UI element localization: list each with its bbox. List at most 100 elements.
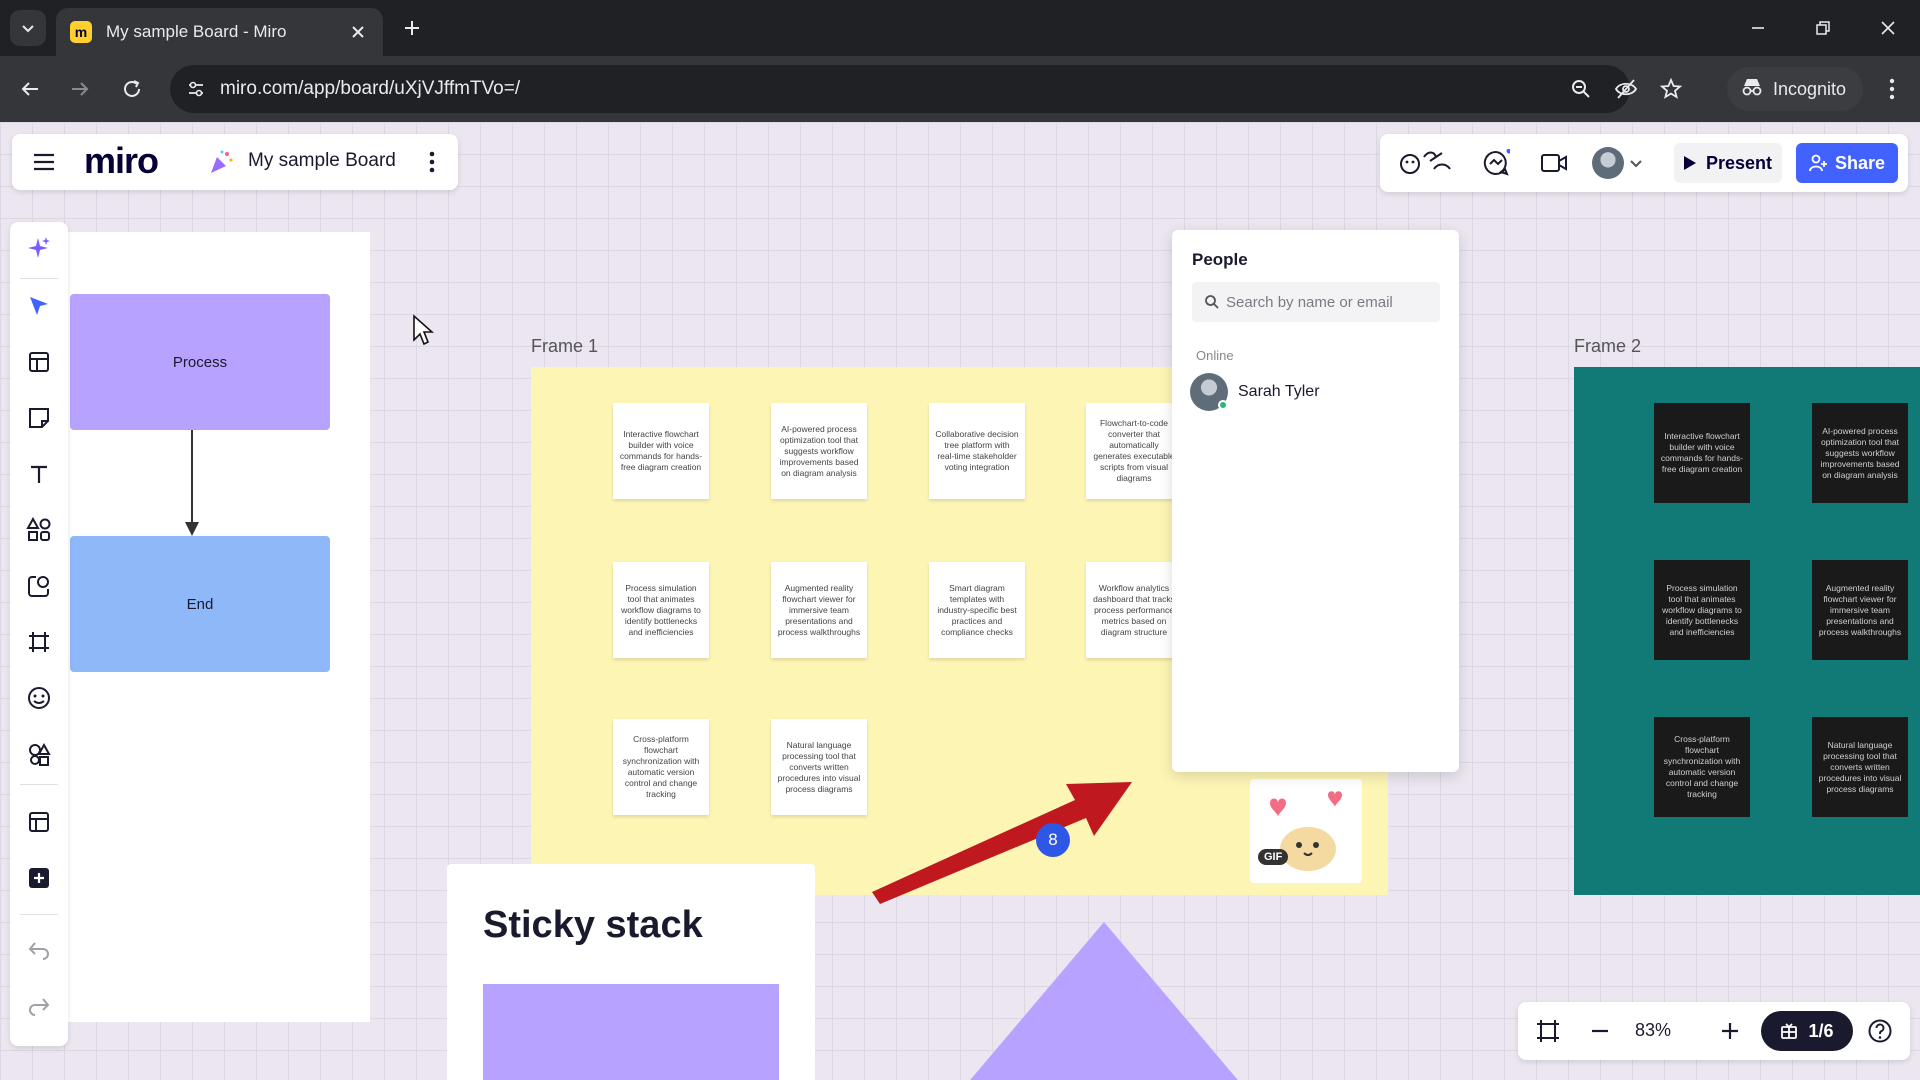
people-search-input[interactable]	[1226, 282, 1432, 322]
chat-icon[interactable]	[1480, 147, 1512, 179]
sticky-note[interactable]: Interactive flowchart builder with voice…	[1654, 403, 1750, 503]
collaboration-toolbar: Present Share	[1380, 134, 1908, 192]
integrations-icon[interactable]	[23, 738, 55, 770]
toolbar-divider	[20, 278, 58, 279]
sticky-note[interactable]: Process simulation tool that animates wo…	[613, 562, 709, 658]
templates-icon[interactable]	[23, 346, 55, 378]
sticker-icon[interactable]	[23, 682, 55, 714]
sticky-note[interactable]: Natural language processing tool that co…	[771, 719, 867, 815]
help-icon[interactable]	[1864, 1015, 1896, 1047]
sticky-note[interactable]: Process simulation tool that animates wo…	[1654, 560, 1750, 660]
flowchart-process-shape[interactable]: Process	[70, 294, 330, 430]
minimize-icon[interactable]	[1740, 10, 1776, 46]
share-button[interactable]: Share	[1796, 143, 1898, 183]
sticky-note[interactable]: Interactive flowchart builder with voice…	[613, 403, 709, 499]
sticky-note-icon[interactable]	[23, 402, 55, 434]
browser-toolbar: miro.com/app/board/uXjVJffmTVo=/ Incogni…	[0, 56, 1920, 122]
people-list-item[interactable]: Sarah Tyler	[1190, 370, 1390, 414]
tab-title: My sample Board - Miro	[106, 22, 287, 41]
frame-icon[interactable]	[23, 626, 55, 658]
browser-tab-active[interactable]: m My sample Board - Miro	[56, 8, 383, 56]
frame-2[interactable]: Interactive flowchart builder with voice…	[1574, 367, 1920, 895]
window-close-icon[interactable]	[1870, 10, 1906, 46]
menu-icon[interactable]	[30, 148, 58, 176]
chevron-down-icon[interactable]	[1626, 147, 1646, 179]
restore-icon[interactable]	[1805, 10, 1841, 46]
flowchart-connector[interactable]	[180, 430, 204, 538]
text-icon[interactable]	[23, 458, 55, 490]
sticky-stack-card[interactable]: Sticky stack	[447, 864, 815, 1080]
search-icon	[1205, 295, 1219, 309]
sticky-note[interactable]: AI-powered process optimization tool tha…	[1812, 403, 1908, 503]
triangle-shape[interactable]	[960, 922, 1248, 1080]
gif-sticker[interactable]: GIF	[1250, 779, 1362, 883]
red-arrow-shape[interactable]	[860, 642, 1140, 912]
pages-button[interactable]: 1/6	[1761, 1011, 1853, 1051]
add-user-icon	[1809, 154, 1827, 172]
layout-icon[interactable]	[23, 806, 55, 838]
zoom-toolbar: 83% 1/6	[1518, 1002, 1910, 1060]
fit-icon[interactable]	[1532, 1015, 1564, 1047]
purple-sticky[interactable]	[483, 984, 779, 1080]
present-button[interactable]: Present	[1674, 143, 1782, 183]
pages-label: 1/6	[1808, 1020, 1834, 1041]
forward-icon[interactable]	[60, 69, 100, 109]
sticky-note[interactable]: Cross-platform flowchart synchronization…	[613, 719, 709, 815]
undo-icon[interactable]	[23, 934, 55, 966]
back-icon[interactable]	[10, 69, 50, 109]
people-search[interactable]	[1192, 282, 1440, 322]
sticky-note[interactable]: Cross-platform flowchart synchronization…	[1654, 717, 1750, 817]
incognito-indicator[interactable]: Incognito	[1727, 67, 1863, 111]
end-label: End	[186, 595, 214, 613]
plus-icon[interactable]	[398, 14, 426, 42]
miro-logo[interactable]: miro	[84, 140, 159, 182]
board-more-icon[interactable]	[418, 148, 446, 176]
url-text: miro.com/app/board/uXjVJffmTVo=/	[220, 78, 521, 99]
star-icon[interactable]	[1657, 75, 1685, 103]
frame1-label[interactable]: Frame 1	[531, 336, 598, 357]
pages-icon	[1781, 1023, 1798, 1039]
collaborator-count-badge[interactable]: 8	[1036, 823, 1070, 857]
close-icon[interactable]	[347, 21, 369, 43]
process-label: Process	[172, 353, 228, 371]
sticky-stack-title: Sticky stack	[483, 904, 703, 946]
video-icon[interactable]	[1538, 147, 1570, 179]
more-vert-icon[interactable]	[1874, 71, 1910, 107]
select-icon[interactable]	[23, 290, 55, 322]
gif-badge: GIF	[1258, 849, 1289, 865]
sticky-note[interactable]: Augmented reality flowchart viewer for i…	[1812, 560, 1908, 660]
shapes-icon[interactable]	[23, 514, 55, 546]
eye-off-icon[interactable]	[1612, 75, 1640, 103]
avatar[interactable]	[1592, 147, 1624, 179]
board-name[interactable]: My sample Board	[248, 150, 396, 172]
tab-list-icon[interactable]	[10, 10, 46, 46]
board-header: miro My sample Board	[12, 134, 458, 190]
redo-icon[interactable]	[23, 990, 55, 1022]
zoom-icon[interactable]	[1567, 75, 1595, 103]
sticky-note[interactable]: Collaborative decision tree platform wit…	[929, 403, 1025, 499]
frame2-label[interactable]: Frame 2	[1574, 336, 1641, 357]
zoom-level[interactable]: 83%	[1628, 1020, 1678, 1041]
incognito-icon	[1741, 77, 1763, 102]
miro-favicon: m	[70, 21, 92, 43]
board-canvas[interactable]: Process End Frame 1 Interactive flowchar…	[0, 122, 1920, 1080]
address-bar[interactable]: miro.com/app/board/uXjVJffmTVo=/	[170, 65, 1682, 113]
sparkle-icon[interactable]	[23, 232, 55, 264]
site-settings-icon[interactable]	[182, 75, 210, 103]
user-name: Sarah Tyler	[1238, 383, 1320, 400]
plus-icon[interactable]	[1714, 1015, 1746, 1047]
incognito-label: Incognito	[1773, 78, 1847, 99]
party-icon[interactable]	[208, 149, 234, 175]
sticky-note[interactable]: Augmented reality flowchart viewer for i…	[771, 562, 867, 658]
toolbar-divider	[20, 914, 58, 915]
sticky-note[interactable]: Natural language processing tool that co…	[1812, 717, 1908, 817]
minus-icon[interactable]	[1584, 1015, 1616, 1047]
flowchart-end-shape[interactable]: End	[70, 536, 330, 672]
connection-icon[interactable]	[23, 570, 55, 602]
reload-icon[interactable]	[112, 69, 152, 109]
sticky-note[interactable]: Flowchart-to-code converter that automat…	[1086, 403, 1182, 499]
browser-tab-bar: m My sample Board - Miro	[0, 0, 1920, 56]
sticky-note[interactable]: AI-powered process optimization tool tha…	[771, 403, 867, 499]
plus-square-icon[interactable]	[23, 862, 55, 894]
reactions-icon[interactable]	[1398, 147, 1454, 179]
